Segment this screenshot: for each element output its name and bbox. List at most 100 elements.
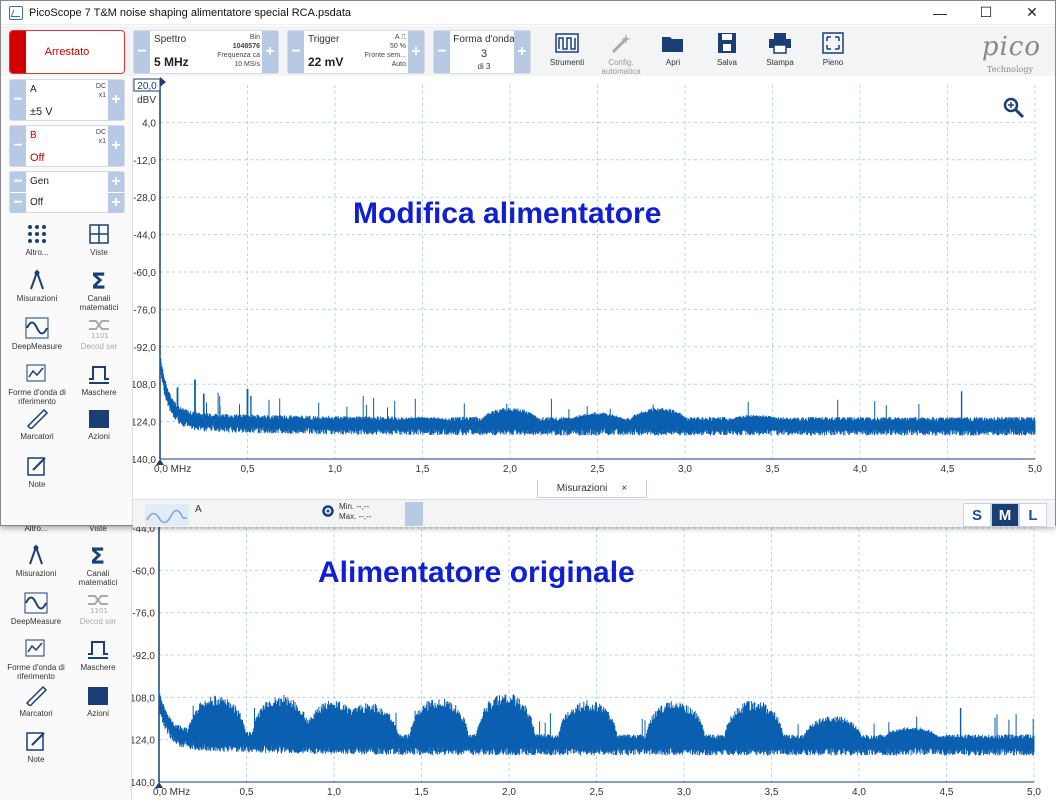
channel-b-increase-button[interactable]: + — [108, 126, 124, 166]
measurements-bar: A Min. --,-- Max. --,-- — [133, 499, 1055, 527]
waveform-value: 3 — [480, 48, 488, 60]
marcatori-label: Marcatori — [20, 432, 54, 441]
trigger-increase-button[interactable]: + — [408, 31, 424, 73]
back-note-button[interactable]: Note — [6, 730, 66, 764]
y-tick-label: -60,0 — [132, 566, 155, 577]
decod-ser-button[interactable]: 1101 Decod ser — [69, 317, 129, 351]
altro-button[interactable]: Altro... — [7, 223, 67, 257]
maximize-button[interactable]: ☐ — [963, 1, 1009, 25]
config-automatica-button[interactable]: Config. automatica — [595, 30, 647, 76]
measurements-tab[interactable]: Misurazioni × — [537, 480, 647, 498]
close-button[interactable]: ✕ — [1009, 1, 1055, 25]
trigger-edge: Fronte sem... — [364, 52, 406, 59]
spectrum-plot-modified[interactable]: 4,0 -12,0 -28,0 -44,0 -60,0 -76,0 -92,0 -108,0 -… — [133, 77, 1055, 479]
back-canali-matematici-button[interactable]: Σ Canali matematici — [68, 544, 128, 587]
marcatori-label: Marcatori — [19, 709, 53, 718]
channel-a-decrease-button[interactable]: − — [10, 80, 26, 120]
back-decod-ser-button[interactable]: 1101 Decod ser — [68, 592, 128, 626]
x-tick-label: 0,5 — [240, 787, 254, 798]
canali-matematici-button[interactable]: Σ Canali matematici — [69, 269, 129, 312]
maschere-button[interactable]: Maschere — [69, 363, 129, 397]
waveform-label: Forma d'onda — [453, 34, 515, 45]
trigger-decrease-button[interactable]: − — [288, 31, 304, 73]
run-stop-button[interactable]: Arrestato — [9, 30, 125, 74]
more-dots-icon — [28, 225, 46, 243]
measurements-close-icon[interactable]: × — [621, 483, 627, 494]
tools-icon — [555, 33, 579, 53]
clapperboard-icon — [89, 410, 109, 428]
waveform-previous-button[interactable]: − — [434, 31, 450, 73]
azioni-button[interactable]: Azioni — [69, 407, 129, 441]
marcatori-button[interactable]: Marcatori — [7, 407, 67, 441]
measurements-icon — [30, 269, 44, 290]
x-tick-label: 2,0 — [502, 787, 516, 798]
freq-value: 10 MS/s — [234, 61, 260, 68]
misurazioni-button[interactable]: Misurazioni — [7, 269, 67, 303]
views-grid-icon — [89, 224, 109, 244]
x-tick-label: 0,0 MHz — [153, 787, 190, 798]
note-icon — [26, 732, 45, 751]
waveform-count: di 3 — [477, 62, 491, 71]
viste-button[interactable]: Viste — [69, 223, 129, 257]
size-s-button[interactable]: S — [963, 503, 991, 527]
azioni-label: Azioni — [87, 709, 109, 718]
pieno-button[interactable]: Pieno — [807, 30, 859, 74]
gen-increase-button[interactable]: + — [108, 172, 124, 192]
decod-label: Decod ser — [80, 342, 118, 351]
spectrum-trace — [159, 354, 1036, 436]
back-misurazioni-button[interactable]: Misurazioni — [6, 544, 66, 578]
x-tick-label: 5,0 — [1027, 787, 1041, 798]
spectrum-increase-button[interactable]: + — [262, 31, 278, 73]
back-maschere-button[interactable]: Maschere — [68, 638, 128, 672]
channel-a-range[interactable]: ±5 V — [30, 106, 53, 118]
overlay-title-original: Alimentatore originale — [318, 556, 635, 589]
size-l-button[interactable]: L — [1019, 503, 1047, 527]
gen-state-decrease-button[interactable]: − — [10, 193, 26, 213]
pico-logo: pico — [981, 32, 1041, 62]
back-forme-riferimento-button[interactable]: Forme d'onda di riferimento — [6, 638, 66, 681]
back-marcatori-button[interactable]: Marcatori — [6, 684, 66, 718]
salva-button[interactable]: Salva — [701, 30, 753, 74]
x-tick-label: 4,5 — [940, 787, 954, 798]
back-deepmeasure-button[interactable]: DeepMeasure — [6, 592, 66, 626]
freq-label: Frequenza ca — [217, 52, 260, 59]
note-button[interactable]: Note — [7, 455, 67, 489]
gen-state-increase-button[interactable]: + — [108, 193, 124, 213]
x-tick-label: 0,5 — [241, 464, 255, 475]
zoom-icon[interactable] — [1003, 97, 1025, 119]
channel-a-increase-button[interactable]: + — [108, 80, 124, 120]
maschere-label: Maschere — [80, 663, 116, 672]
apri-button[interactable]: Apri — [647, 30, 699, 74]
trigger-channel: A — [394, 34, 400, 41]
x-tick-label: 2,5 — [591, 464, 605, 475]
window-title: PicoScope 7 T&M noise shaping alimentato… — [29, 6, 352, 19]
spectrum-trace — [158, 690, 1035, 756]
waveform-next-button[interactable]: + — [514, 31, 530, 73]
minimize-button[interactable]: — — [917, 1, 963, 25]
channel-b-decrease-button[interactable]: − — [10, 126, 26, 166]
trigger-level-value[interactable]: 22 mV — [308, 55, 343, 69]
forme-riferimento-button[interactable]: Forme d'onda di riferimento — [7, 363, 67, 406]
strumenti-button[interactable]: Strumenti — [541, 30, 593, 74]
stampa-button[interactable]: Stampa — [754, 30, 806, 74]
y-tick-label: -124,0 — [133, 418, 156, 429]
channel-b-range[interactable]: Off — [30, 152, 44, 164]
x-tick-label: 3,0 — [678, 464, 692, 475]
measurements-icon — [29, 544, 43, 565]
x-tick-label: 5,0 — [1028, 464, 1042, 475]
gen-state[interactable]: Off — [30, 197, 43, 208]
back-azioni-button[interactable]: Azioni — [68, 684, 128, 718]
trigger-label: Trigger — [308, 34, 340, 45]
measurement-scroll-handle[interactable] — [405, 502, 423, 526]
spectrum-value[interactable]: 5 MHz — [154, 55, 189, 69]
deepmeasure-icon — [25, 317, 49, 339]
spectrum-decrease-button[interactable]: − — [134, 31, 150, 73]
gen-decrease-button[interactable]: − — [10, 172, 26, 192]
size-m-button[interactable]: M — [991, 503, 1019, 527]
y-tick-label: -140,0 — [133, 455, 156, 466]
overlay-title-modified: Modifica alimentatore — [353, 197, 662, 230]
save-disk-icon — [718, 33, 736, 53]
deepmeasure-button[interactable]: DeepMeasure — [7, 317, 67, 351]
settings-gear-icon[interactable] — [321, 504, 335, 518]
waveform-buffer-control: − Forma d'onda 3 di 3 + — [433, 30, 531, 74]
